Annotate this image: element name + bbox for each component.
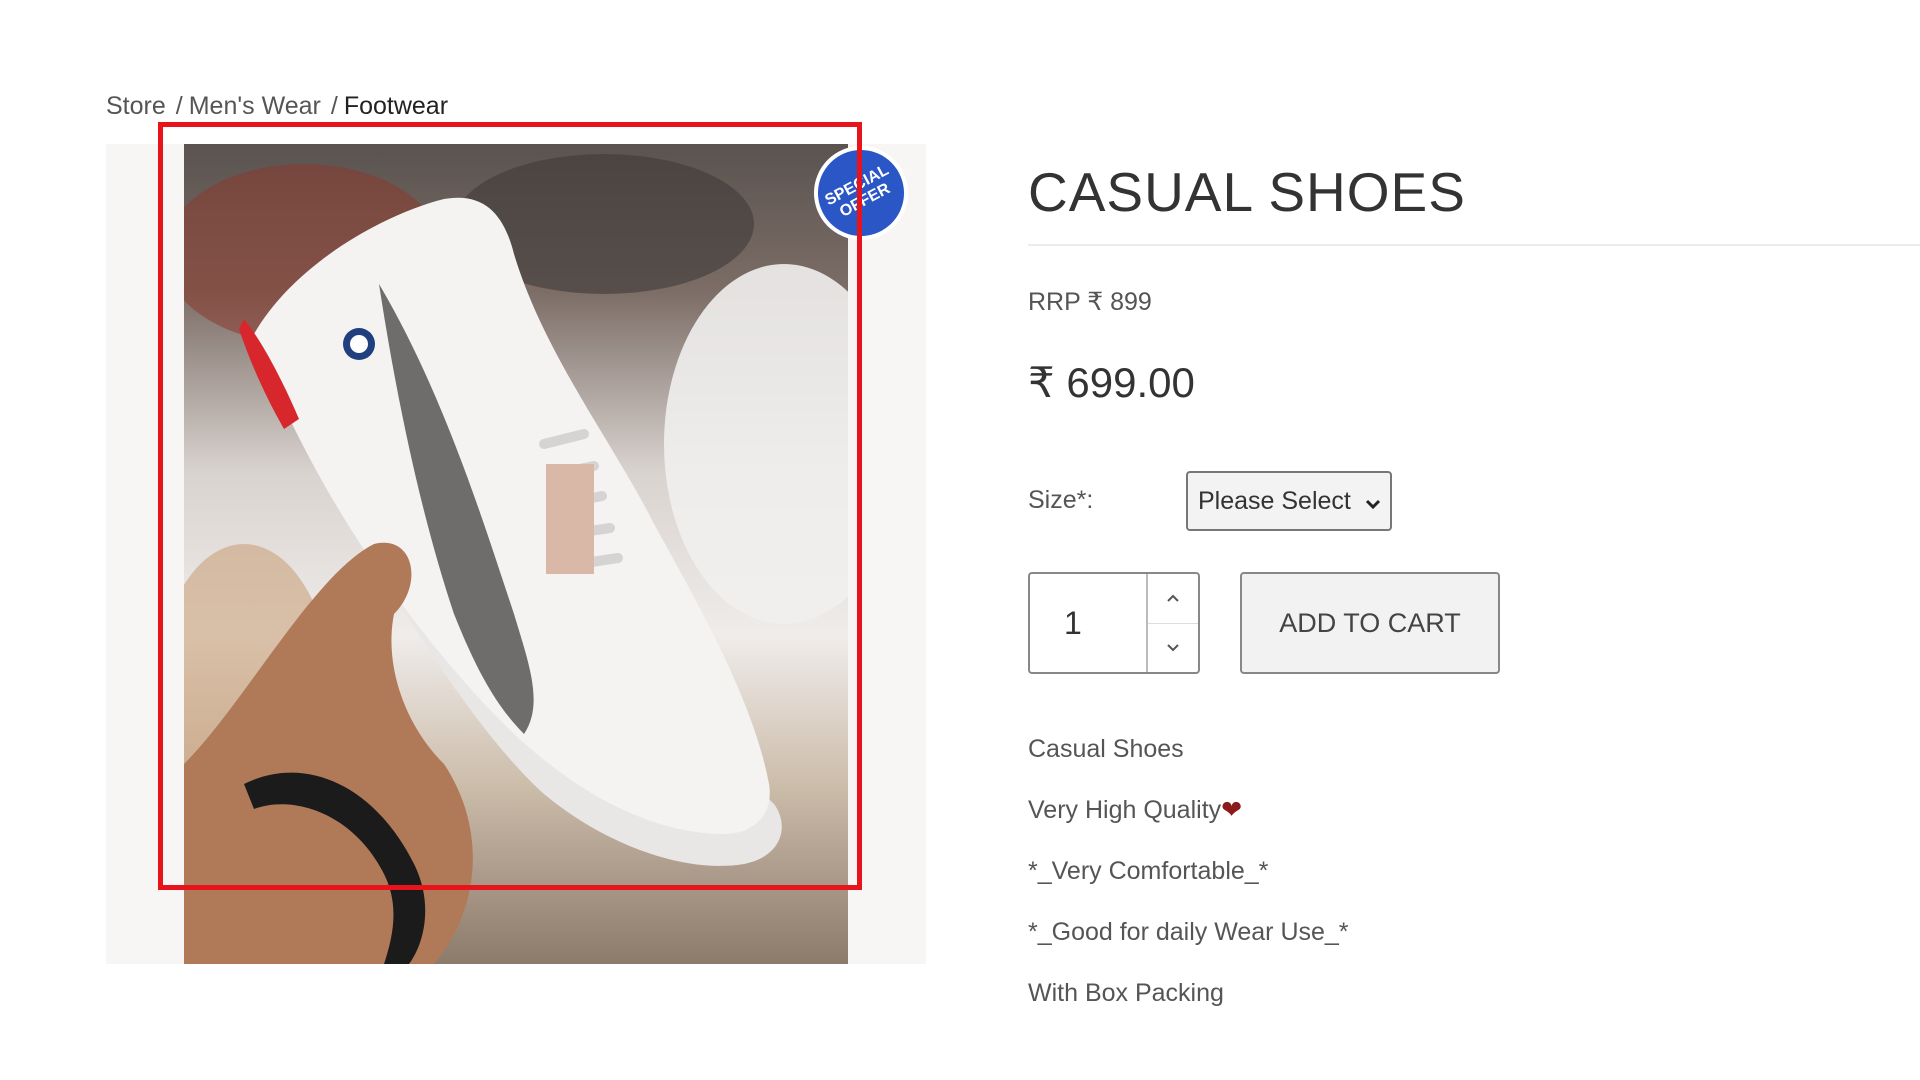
title-divider (1028, 244, 1920, 246)
size-label: Size*: (1028, 486, 1094, 514)
rrp-price: RRP ₹ 899 (1028, 288, 1152, 316)
breadcrumb-mens-wear[interactable]: Men's Wear (189, 92, 321, 121)
quantity-spin-buttons (1148, 574, 1198, 672)
chevron-down-icon (1167, 644, 1179, 652)
chevron-up-icon (1167, 594, 1179, 602)
product-title: CASUAL SHOES (1028, 161, 1466, 223)
shoe-illustration (184, 154, 848, 964)
description-line: Very High Quality (1028, 796, 1222, 824)
product-page: Store / Men's Wear / Footwear SPECIAL OF… (0, 0, 1920, 1080)
description-line: *_Good for daily Wear Use_* (1028, 918, 1349, 946)
breadcrumb: Store / Men's Wear / Footwear (106, 92, 448, 121)
description-line: With Box Packing (1028, 979, 1224, 1007)
size-select[interactable]: Please Select (1186, 471, 1392, 531)
quantity-stepper[interactable]: 1 (1028, 572, 1200, 674)
product-description: Casual Shoes Very High Quality❤ *_Very C… (1028, 734, 1349, 1039)
add-to-cart-button[interactable]: ADD TO CART (1240, 572, 1500, 674)
sale-price: ₹ 699.00 (1028, 359, 1195, 406)
breadcrumb-footwear: Footwear (343, 92, 449, 120)
heart-icon: ❤ (1221, 796, 1243, 824)
product-photo[interactable] (184, 144, 848, 964)
size-selected-value: Please Select (1198, 486, 1351, 515)
description-line: *_Very Comfortable_* (1028, 857, 1269, 885)
breadcrumb-store[interactable]: Store (106, 92, 166, 121)
product-image-frame[interactable]: SPECIAL OFFER (106, 129, 926, 964)
quantity-input[interactable]: 1 (1030, 574, 1148, 672)
quantity-increase-button[interactable] (1148, 574, 1198, 624)
description-line-quality: Very High Quality❤ (1028, 795, 1349, 856)
breadcrumb-separator: / (330, 92, 338, 120)
breadcrumb-separator: / (175, 92, 183, 120)
quantity-decrease-button[interactable] (1148, 624, 1198, 673)
chevron-down-icon (1364, 491, 1382, 520)
description-line: Casual Shoes (1028, 735, 1184, 763)
